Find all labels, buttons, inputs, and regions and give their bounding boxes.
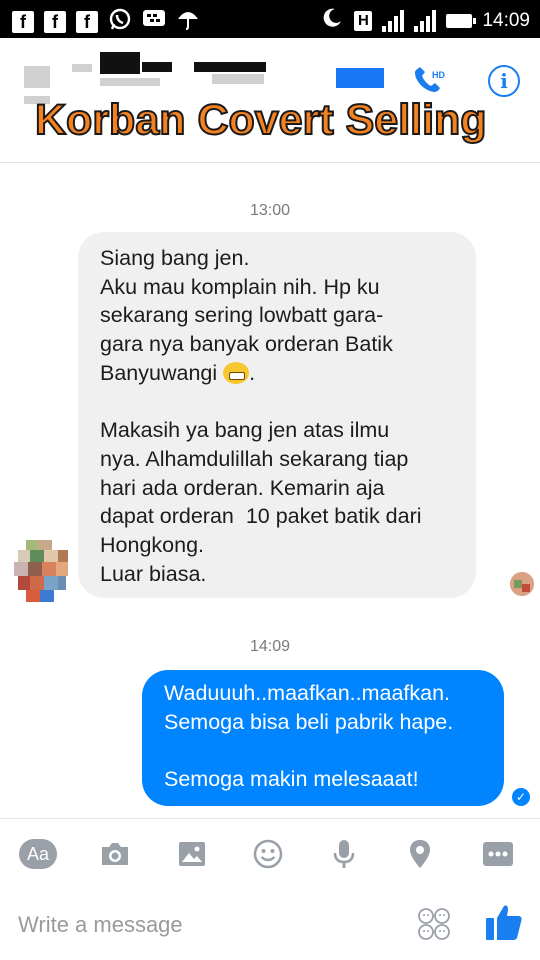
- message-text: Waduuuh..maafkan..maafkan. Semoga bisa b…: [164, 681, 454, 734]
- message-composer: Write a message: [0, 886, 540, 960]
- bbm-icon: [142, 8, 166, 35]
- status-bar: f f f H 14:09: [0, 0, 540, 38]
- umbrella-icon: [176, 7, 200, 36]
- message-text-2: Makasih ya bang jen atas ilmu nya. Alham…: [100, 418, 422, 586]
- message-text-end: .: [249, 360, 256, 385]
- location-icon[interactable]: [400, 837, 440, 871]
- whatsapp-icon: [108, 7, 132, 36]
- svg-text:HD: HD: [432, 70, 445, 80]
- message-timestamp: 13:00: [249, 202, 291, 219]
- info-button[interactable]: i: [488, 65, 520, 97]
- hd-call-icon[interactable]: HD: [412, 66, 452, 99]
- incoming-message-bubble[interactable]: Siang bang jen. Aku mau komplain nih. Hp…: [78, 232, 476, 598]
- like-thumbs-up-icon[interactable]: [484, 902, 524, 944]
- seen-indicator-avatar: [510, 572, 534, 596]
- outgoing-message-bubble[interactable]: Waduuuh..maafkan..maafkan. Semoga bisa b…: [142, 670, 504, 806]
- clock: 14:09: [482, 9, 530, 31]
- facebook-icon: f: [44, 10, 66, 33]
- microphone-icon[interactable]: [324, 837, 364, 871]
- do-not-disturb-icon: [320, 6, 344, 35]
- gallery-icon[interactable]: [172, 837, 212, 871]
- facebook-icon: f: [76, 10, 98, 33]
- text-format-button[interactable]: Aa: [18, 837, 58, 871]
- overlay-title: Korban Covert Selling: [34, 95, 488, 145]
- delivered-check-icon: ✓: [512, 788, 530, 806]
- camera-icon[interactable]: [95, 837, 135, 871]
- battery-icon: [446, 13, 477, 28]
- network-type-icon: H: [354, 10, 373, 31]
- system-status: H 14:09: [320, 6, 530, 35]
- message-text: Siang bang jen. Aku mau komplain nih. Hp…: [100, 246, 393, 385]
- signal-icon-2: [414, 9, 437, 32]
- facebook-icon: f: [12, 10, 34, 33]
- more-icon[interactable]: [478, 837, 518, 871]
- message-input[interactable]: Write a message: [18, 912, 183, 938]
- sender-avatar[interactable]: [14, 540, 68, 602]
- message-timestamp: 14:09: [249, 638, 291, 655]
- video-call-icon-redacted[interactable]: [336, 68, 384, 88]
- conversation-header: HD i Korban Covert Selling: [0, 38, 540, 163]
- signal-icon: [382, 9, 405, 32]
- grinning-emoji-icon: [223, 361, 250, 384]
- composer-toolbar: Aa: [0, 818, 540, 887]
- stickers-icon[interactable]: [416, 906, 452, 942]
- message-text-2: Semoga makin melesaaat!: [164, 766, 419, 791]
- aa-label: Aa: [19, 839, 57, 869]
- emoji-icon[interactable]: [248, 837, 288, 871]
- notification-icons: f f f: [12, 7, 200, 36]
